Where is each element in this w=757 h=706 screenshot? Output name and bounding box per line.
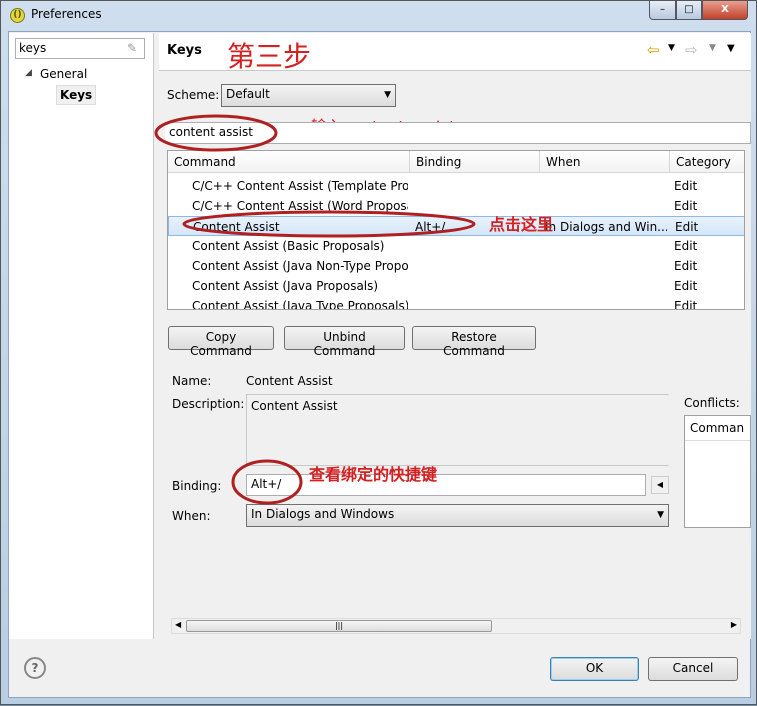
preferences-window: () Preferences – □ X keys ✎ ◢ General Ke… <box>0 0 757 705</box>
ellipse-search <box>154 114 278 152</box>
ellipse-row <box>182 210 476 238</box>
annotation-ellipses <box>154 114 476 505</box>
ellipse-binding <box>231 459 303 505</box>
